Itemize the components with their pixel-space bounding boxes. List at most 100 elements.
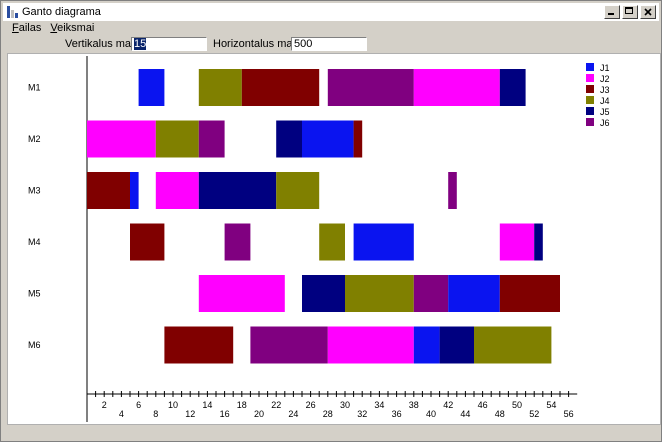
close-button[interactable] [640,5,656,19]
task-bar-j1 [130,172,139,209]
x-tick-label: 22 [271,400,281,410]
close-icon [644,8,652,16]
x-tick-label: 4 [119,409,124,419]
x-tick-label: 16 [220,409,230,419]
x-tick-label: 54 [546,400,556,410]
task-bar-j1 [353,223,414,261]
x-tick-label: 26 [306,400,316,410]
minimize-button[interactable] [604,5,620,19]
menu-bar: Failas Veiksmai [3,22,94,36]
task-bar-j1 [413,326,440,364]
task-bar-j5 [198,172,277,209]
menu-failas[interactable]: Failas [12,22,41,36]
machine-label: M5 [28,289,41,299]
task-bar-j6 [327,69,414,106]
horizontal-scale-value: 500 [294,38,313,50]
task-bar-j2 [327,326,414,364]
legend-label: J6 [600,118,610,128]
task-bar-j5 [499,69,526,106]
horizontal-scale-input[interactable]: 500 [291,37,367,51]
x-tick-label: 18 [237,400,247,410]
x-tick-label: 48 [495,409,505,419]
task-bar-j3 [353,120,363,158]
task-bar-j6 [198,120,225,158]
machine-label: M2 [28,134,41,144]
task-bar-j1 [138,69,165,106]
task-bar-j4 [319,223,345,261]
x-tick-label: 56 [564,409,574,419]
x-tick-label: 44 [460,409,470,419]
x-tick-label: 8 [153,409,158,419]
x-tick-label: 14 [202,400,212,410]
task-bar-j3 [130,223,165,261]
x-tick-label: 32 [357,409,367,419]
x-tick-label: 20 [254,409,264,419]
gantt-chart: M1M2M3M4M5M62 6 10 14 18 22 26 30 34 38 42 46 50 544 8… [28,56,610,422]
task-bar-j5 [276,120,302,158]
app-window: Ganto diagrama Failas Veiksmai Vertikalu… [0,0,662,442]
task-bar-j3 [241,69,320,106]
vertical-scale-value: 15 [134,38,147,50]
x-tick-label: 36 [392,409,402,419]
task-bar-j6 [448,172,457,209]
x-tick-label: 12 [185,409,195,419]
x-tick-label: 6 [136,400,141,410]
task-bar-j6 [250,326,328,364]
task-bar-j6 [224,223,251,261]
task-bar-j4 [345,275,414,312]
task-bar-j3 [164,326,234,364]
window-title: Ganto diagrama [22,6,101,18]
toolbar: Vertikalus mastelis 15 Horizontalus mast… [1,35,661,53]
x-tick-label: 38 [409,400,419,410]
legend-swatch-j1 [586,63,594,71]
task-bar-j5 [439,326,474,364]
task-bar-j4 [474,326,552,364]
task-bar-j2 [198,275,285,312]
task-bar-j2 [155,172,199,209]
task-bar-j4 [155,120,199,158]
x-tick-label: 2 [102,400,107,410]
x-tick-label: 46 [478,400,488,410]
x-tick-label: 28 [323,409,333,419]
x-tick-label: 42 [443,400,453,410]
legend-label: J4 [600,96,610,106]
x-tick-label: 50 [512,400,522,410]
task-bar-j3 [499,275,560,312]
task-bar-j2 [87,120,156,158]
x-tick-label: 52 [529,409,539,419]
machine-label: M6 [28,340,41,350]
legend-swatch-j6 [586,118,594,126]
task-bar-j5 [534,223,543,261]
legend-label: J2 [600,74,610,84]
x-tick-label: 24 [288,409,298,419]
task-bar-j5 [302,275,345,312]
legend-swatch-j2 [586,74,594,82]
maximize-button[interactable] [622,5,638,19]
legend-swatch-j4 [586,96,594,104]
x-tick-label: 30 [340,400,350,410]
task-bar-j4 [198,69,242,106]
legend-label: J1 [600,63,610,73]
menu-veiksmai[interactable]: Veiksmai [50,22,94,36]
task-bar-j2 [499,223,535,261]
legend-swatch-j3 [586,85,594,93]
x-tick-label: 40 [426,409,436,419]
window-controls [604,5,656,19]
task-bar-j1 [302,120,354,158]
title-bar[interactable]: Ganto diagrama [3,3,659,21]
machine-label: M3 [28,186,41,196]
app-icon [7,5,19,19]
vertical-scale-input[interactable]: 15 [131,37,207,51]
task-bar-j3 [87,172,130,209]
task-bar-j6 [413,275,449,312]
machine-label: M4 [28,237,41,247]
x-tick-label: 34 [374,400,384,410]
minimize-icon [608,13,614,15]
task-bar-j1 [448,275,500,312]
maximize-icon [625,7,633,14]
x-tick-label: 10 [168,400,178,410]
gantt-chart-area: M1 M2 M3 M4 M5 M6 2 6 10 14 18 22 26 30 34 38 42 46 50 54 4 8… [7,53,661,425]
legend-label: J3 [600,85,610,95]
task-bar-j2 [413,69,500,106]
task-bar-j4 [276,172,320,209]
